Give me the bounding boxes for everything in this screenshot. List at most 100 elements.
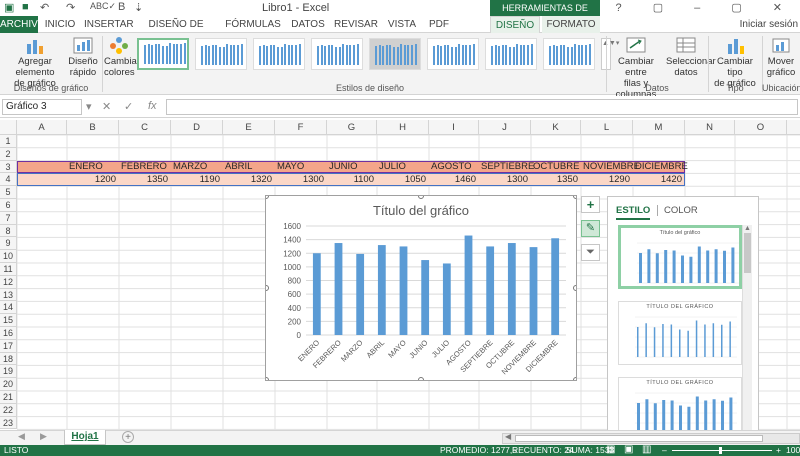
- add-chart-element-button[interactable]: Agregar elemento de gráfico: [2, 36, 68, 89]
- tab-data[interactable]: DATOS: [288, 16, 328, 33]
- resize-handle[interactable]: [573, 377, 577, 381]
- month-cell[interactable]: MARZO: [173, 161, 233, 173]
- chart-bar[interactable]: [464, 235, 473, 335]
- sign-in-link[interactable]: Iniciar sesión: [740, 16, 798, 33]
- column-header[interactable]: M: [633, 120, 685, 135]
- tab-file[interactable]: ARCHIVO: [0, 16, 46, 33]
- zoom-level[interactable]: 100: [786, 445, 800, 456]
- chart-styles-brush-icon[interactable]: ✎: [581, 220, 600, 237]
- row-header[interactable]: 23: [0, 416, 17, 430]
- resize-handle[interactable]: [266, 377, 269, 381]
- row-header[interactable]: 11: [0, 263, 17, 276]
- tab-color[interactable]: COLOR: [664, 205, 698, 216]
- column-header[interactable]: I: [429, 120, 479, 135]
- month-cell[interactable]: DICIEMBRE: [635, 161, 695, 173]
- chart-bar[interactable]: [399, 246, 408, 335]
- row-header[interactable]: 16: [0, 327, 17, 340]
- chart-bar[interactable]: [377, 245, 386, 335]
- value-cell[interactable]: 1290: [581, 174, 630, 186]
- change-colors-button[interactable]: Cambiar colores: [104, 36, 140, 78]
- month-cell[interactable]: MAYO: [277, 161, 337, 173]
- row-header[interactable]: 7: [0, 211, 17, 225]
- redo-icon[interactable]: ↷: [66, 1, 75, 14]
- tab-design[interactable]: DISEÑO: [490, 16, 540, 34]
- chart-style-option[interactable]: [253, 38, 305, 70]
- chart-bar[interactable]: [551, 238, 560, 335]
- value-cell[interactable]: 1350: [119, 174, 168, 186]
- enter-icon[interactable]: ✓: [124, 100, 133, 113]
- change-chart-type-button[interactable]: Cambiar tipo de gráfico: [710, 36, 760, 89]
- tab-view[interactable]: VISTA: [384, 16, 420, 33]
- chart-object[interactable]: Título del gráfico 0 200 400 600 800 1000 1200…: [265, 195, 577, 381]
- resize-handle[interactable]: [573, 285, 577, 291]
- row-header[interactable]: 3: [0, 160, 17, 174]
- row-header[interactable]: 8: [0, 224, 17, 238]
- row-header[interactable]: 2: [0, 147, 17, 161]
- formula-input[interactable]: [166, 99, 798, 115]
- chart-style-option[interactable]: [311, 38, 363, 70]
- move-chart-button[interactable]: Mover gráfico: [764, 36, 798, 78]
- month-cell[interactable]: ENERO: [69, 161, 129, 173]
- month-cell[interactable]: NOVIEMBRE: [583, 161, 643, 173]
- chart-style-thumbnail[interactable]: Título del gráfico: [618, 225, 742, 289]
- chart-style-option[interactable]: [543, 38, 595, 70]
- quick-layout-button[interactable]: Diseño rápido: [66, 36, 100, 78]
- row-header[interactable]: 12: [0, 275, 17, 289]
- column-header[interactable]: G: [327, 120, 377, 135]
- pane-scrollbar[interactable]: ▲ ▼: [742, 225, 752, 443]
- row-header[interactable]: 17: [0, 339, 17, 353]
- zoom-slider-thumb[interactable]: [719, 447, 722, 454]
- value-cell[interactable]: 1190: [171, 174, 220, 186]
- chart-bar[interactable]: [507, 243, 516, 335]
- tab-pdf[interactable]: PDF: [426, 16, 452, 33]
- column-header[interactable]: E: [223, 120, 275, 135]
- resize-handle[interactable]: [573, 196, 577, 199]
- cancel-icon[interactable]: ✕: [102, 100, 111, 113]
- scroll-thumb[interactable]: [515, 435, 763, 442]
- select-data-button[interactable]: Seleccionar datos: [666, 36, 716, 78]
- row-header[interactable]: 21: [0, 391, 17, 404]
- value-cell[interactable]: 1100: [327, 174, 374, 186]
- name-box-dropdown-icon[interactable]: ▾: [86, 100, 92, 113]
- row-header[interactable]: 10: [0, 250, 17, 263]
- zoom-slider[interactable]: [672, 450, 772, 451]
- column-header[interactable]: J: [479, 120, 531, 135]
- row-header[interactable]: 4: [0, 173, 17, 187]
- bold-icon[interactable]: B: [118, 1, 125, 13]
- tab-review[interactable]: REVISAR: [332, 16, 380, 33]
- column-header[interactable]: L: [581, 120, 633, 135]
- month-cell[interactable]: SEPTIEBRE: [481, 161, 541, 173]
- column-header[interactable]: H: [377, 120, 429, 135]
- name-box[interactable]: Gráfico 3: [2, 99, 82, 115]
- resize-handle[interactable]: [266, 196, 269, 199]
- tab-style[interactable]: ESTILO: [616, 205, 651, 220]
- chart-bar[interactable]: [421, 260, 430, 335]
- chart-bar[interactable]: [529, 247, 538, 335]
- column-header[interactable]: F: [275, 120, 327, 135]
- select-all-corner[interactable]: [0, 120, 17, 135]
- chart-style-option[interactable]: [137, 38, 189, 70]
- scroll-left-icon[interactable]: ◀: [505, 432, 511, 441]
- column-header[interactable]: K: [531, 120, 581, 135]
- page-break-view-icon[interactable]: ▥: [642, 444, 651, 455]
- month-cell[interactable]: ABRIL: [225, 161, 285, 173]
- column-header[interactable]: O: [735, 120, 787, 135]
- prev-sheet-icon[interactable]: ◀: [18, 431, 25, 442]
- chart-bar[interactable]: [442, 263, 451, 335]
- tab-insert[interactable]: INSERTAR: [84, 16, 134, 33]
- row-header[interactable]: 13: [0, 288, 17, 302]
- month-cell[interactable]: FEBRERO: [121, 161, 181, 173]
- resize-handle[interactable]: [418, 377, 424, 381]
- row-header[interactable]: 1: [0, 135, 17, 148]
- value-cell[interactable]: 1420: [633, 174, 682, 186]
- row-header[interactable]: 14: [0, 301, 17, 315]
- chart-elements-plus-icon[interactable]: +: [581, 196, 600, 213]
- chart-bar[interactable]: [486, 246, 495, 335]
- row-header[interactable]: 6: [0, 199, 17, 212]
- window-controls[interactable]: ? ▢ – ▢ ✕: [616, 1, 796, 14]
- undo-icon[interactable]: ↶: [40, 1, 49, 14]
- month-cell[interactable]: JULIO: [379, 161, 439, 173]
- chart-style-option[interactable]: [427, 38, 479, 70]
- value-cell[interactable]: 1300: [275, 174, 324, 186]
- spelling-icon[interactable]: ABC✓: [90, 1, 116, 12]
